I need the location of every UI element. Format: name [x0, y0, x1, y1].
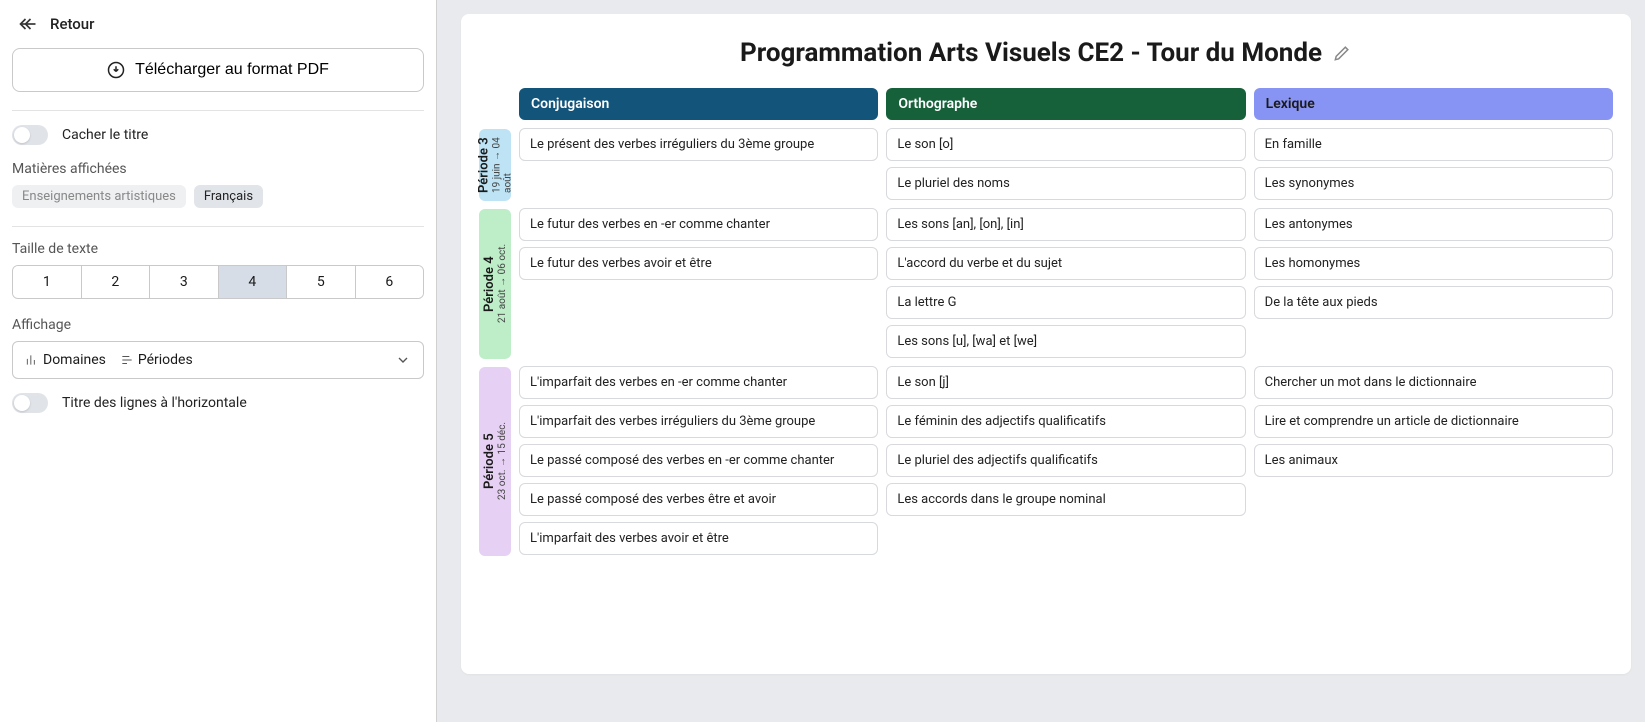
text-size-heading: Taille de texte — [12, 241, 424, 257]
back-label: Retour — [50, 15, 94, 33]
text-size-option[interactable]: 1 — [13, 266, 82, 298]
chevron-down-icon — [395, 352, 411, 368]
download-icon — [107, 61, 125, 79]
subjects-heading: Matières affichées — [12, 161, 424, 177]
column-header: Lexique — [1254, 88, 1613, 120]
download-label: Télécharger au format PDF — [135, 61, 329, 79]
display-select[interactable]: Domaines Périodes — [12, 341, 424, 379]
lesson-item[interactable]: Les synonymes — [1254, 167, 1613, 200]
lesson-item[interactable]: L'imparfait des verbes avoir et être — [519, 522, 878, 555]
display-heading: Affichage — [12, 317, 424, 333]
lesson-item[interactable]: En famille — [1254, 128, 1613, 161]
lesson-item[interactable]: Le passé composé des verbes en -er comme… — [519, 444, 878, 477]
rows-icon — [120, 353, 134, 367]
text-size-option[interactable]: 4 — [219, 266, 288, 298]
page-canvas: Programmation Arts Visuels CE2 - Tour du… — [461, 14, 1631, 674]
subject-tag[interactable]: Français — [194, 185, 263, 208]
lesson-item[interactable]: Le son [j] — [886, 366, 1245, 399]
lesson-item[interactable]: L'accord du verbe et du sujet — [886, 247, 1245, 280]
lesson-item[interactable]: Les sons [u], [wa] et [we] — [886, 325, 1245, 358]
cell: Les sons [an], [on], [in] L'accord du ver… — [886, 208, 1245, 358]
divider — [12, 226, 424, 227]
divider — [12, 110, 424, 111]
page-title: Programmation Arts Visuels CE2 - Tour du… — [740, 38, 1322, 68]
back-button[interactable]: Retour — [12, 14, 424, 34]
grid: ConjugaisonOrthographe Lexique Le présent… — [519, 88, 1613, 556]
sidebar: Retour Télécharger au format PDF Cacher … — [0, 0, 437, 722]
hide-title-label: Cacher le titre — [62, 127, 148, 143]
hide-title-toggle[interactable] — [12, 125, 48, 145]
period-column: Période 319 juin → 04 août Période 421 ao… — [479, 88, 511, 556]
column-header: Conjugaison — [519, 88, 878, 120]
text-size-option[interactable]: 2 — [82, 266, 151, 298]
column-headers: ConjugaisonOrthographe Lexique — [519, 88, 1613, 120]
lesson-item[interactable]: Le féminin des adjectifs qualificatifs — [886, 405, 1245, 438]
period-row: Le présent des verbes irréguliers du 3èm… — [519, 128, 1613, 200]
lesson-item[interactable]: Les antonymes — [1254, 208, 1613, 241]
lesson-item[interactable]: Chercher un mot dans le dictionnaire — [1254, 366, 1613, 399]
cell: L'imparfait des verbes en -er comme chan… — [519, 366, 878, 555]
cell: Le présent des verbes irréguliers du 3èm… — [519, 128, 878, 161]
text-size-option[interactable]: 5 — [287, 266, 356, 298]
cell: Le son [o] Le pluriel des noms — [886, 128, 1245, 200]
cell: Les antonymes Les homonymes De la tête aux… — [1254, 208, 1613, 319]
text-size-group: 123456 — [12, 265, 424, 299]
subject-tag[interactable]: Enseignements artistiques — [12, 185, 186, 208]
cell: En famille Les synonymes — [1254, 128, 1613, 200]
column-header: Orthographe — [886, 88, 1245, 120]
lesson-item[interactable]: De la tête aux pieds — [1254, 286, 1613, 319]
horizontal-rows-toggle[interactable] — [12, 393, 48, 413]
main-area: Programmation Arts Visuels CE2 - Tour du… — [437, 0, 1645, 722]
display-periods: Périodes — [120, 352, 193, 368]
arrow-left-icon — [18, 14, 38, 34]
subject-tags: Enseignements artistiques Français — [12, 185, 424, 208]
cell: Le son [j] Le féminin des adjectifs quali… — [886, 366, 1245, 516]
lesson-item[interactable]: L'imparfait des verbes irréguliers du 3è… — [519, 405, 878, 438]
horizontal-rows-label: Titre des lignes à l'horizontale — [62, 395, 247, 411]
period-label: Période 523 oct. → 15 déc. — [479, 367, 511, 556]
lesson-item[interactable]: Le futur des verbes avoir et être — [519, 247, 878, 280]
period-label: Période 319 juin → 04 août — [479, 129, 511, 201]
display-domains: Domaines — [25, 352, 106, 368]
columns-icon — [25, 353, 39, 367]
lesson-item[interactable]: Le son [o] — [886, 128, 1245, 161]
lesson-item[interactable]: Les homonymes — [1254, 247, 1613, 280]
pencil-icon[interactable] — [1332, 43, 1352, 63]
lesson-item[interactable]: Les animaux — [1254, 444, 1613, 477]
lesson-item[interactable]: Les accords dans le groupe nominal — [886, 483, 1245, 516]
cell: Chercher un mot dans le dictionnaire Lire… — [1254, 366, 1613, 477]
period-row: L'imparfait des verbes en -er comme chan… — [519, 366, 1613, 555]
lesson-item[interactable]: Les sons [an], [on], [in] — [886, 208, 1245, 241]
period-label: Période 421 août → 06 oct. — [479, 209, 511, 359]
lesson-item[interactable]: Lire et comprendre un article de diction… — [1254, 405, 1613, 438]
lesson-item[interactable]: La lettre G — [886, 286, 1245, 319]
lesson-item[interactable]: L'imparfait des verbes en -er comme chan… — [519, 366, 878, 399]
lesson-item[interactable]: Le présent des verbes irréguliers du 3èm… — [519, 128, 878, 161]
text-size-option[interactable]: 3 — [150, 266, 219, 298]
lesson-item[interactable]: Le futur des verbes en -er comme chanter — [519, 208, 878, 241]
download-pdf-button[interactable]: Télécharger au format PDF — [12, 48, 424, 92]
cell: Le futur des verbes en -er comme chanter… — [519, 208, 878, 280]
text-size-option[interactable]: 6 — [356, 266, 424, 298]
lesson-item[interactable]: Le pluriel des adjectifs qualificatifs — [886, 444, 1245, 477]
period-row: Le futur des verbes en -er comme chanter… — [519, 208, 1613, 358]
lesson-item[interactable]: Le pluriel des noms — [886, 167, 1245, 200]
lesson-item[interactable]: Le passé composé des verbes être et avoi… — [519, 483, 878, 516]
